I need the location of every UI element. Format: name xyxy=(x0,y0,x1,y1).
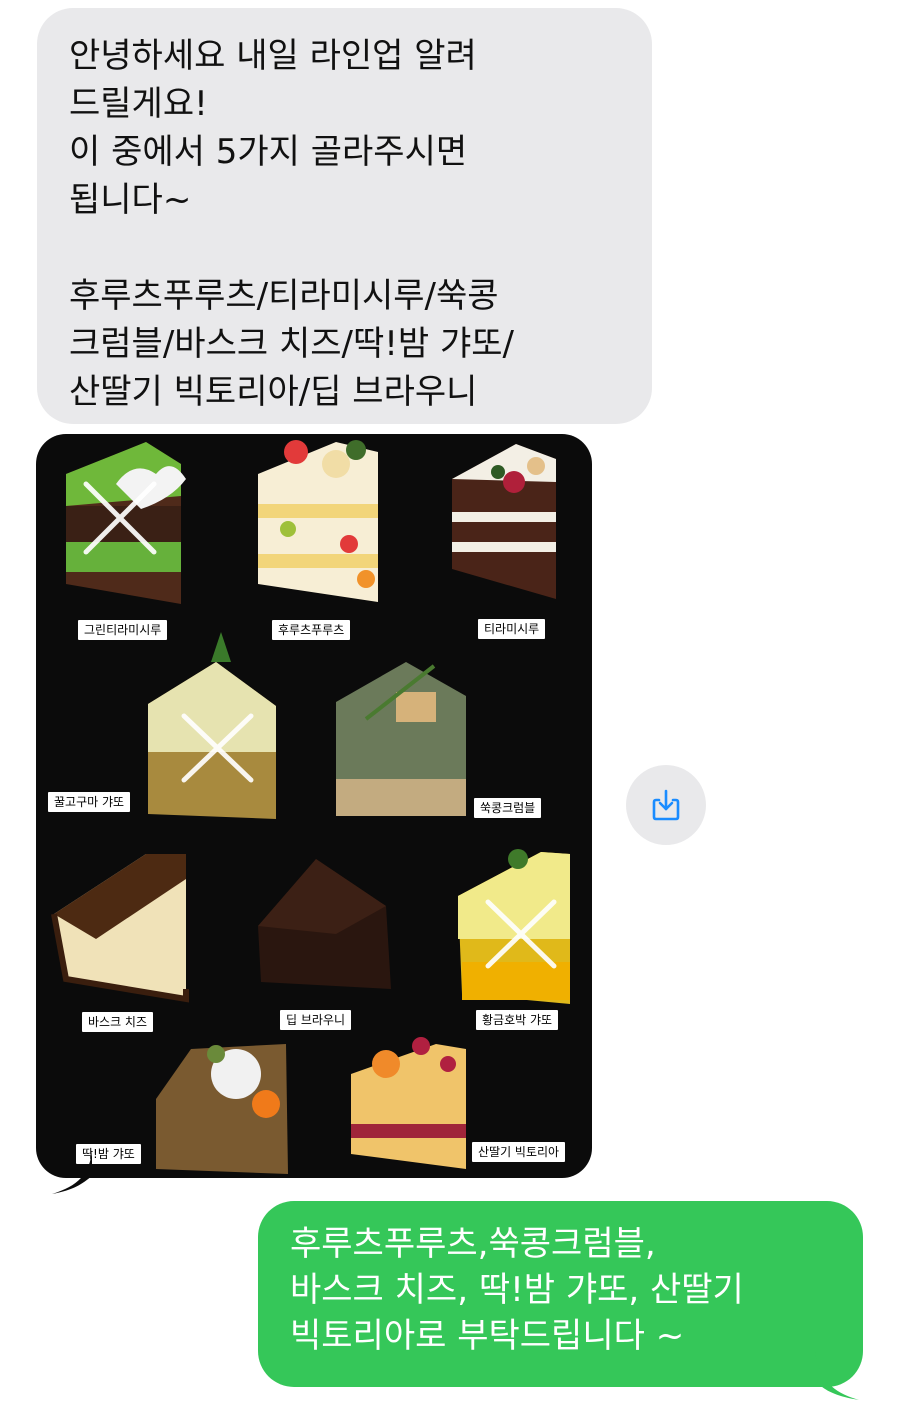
tiramisu-cake xyxy=(452,444,556,599)
chestnut-cake xyxy=(156,1044,288,1174)
deep-brownie-cake xyxy=(258,859,391,989)
outgoing-bubble-tail xyxy=(815,1352,859,1400)
fruit-cake xyxy=(258,440,378,602)
mugwort-crumble-cake xyxy=(336,662,466,816)
incoming-bubble-tail xyxy=(52,1150,92,1194)
message-line: 됩니다~ xyxy=(69,180,192,220)
cake-label: 딥 브라우니 xyxy=(280,1010,352,1030)
outgoing-message-bubble[interactable]: 후루츠푸루츠,쑥콩크럼블, 바스크 치즈, 딱!밤 갸또, 산딸기 빅토리아로 … xyxy=(258,1201,863,1387)
message-line: 산딸기 빅토리아/딥 브라우니 xyxy=(69,372,478,412)
incoming-message-bubble[interactable]: 안녕하세요 내일 라인업 알려 드릴게요! 이 중에서 5가지 골라주시면 됩니… xyxy=(37,8,652,424)
cake-label: 티라미시루 xyxy=(478,619,546,639)
message-line: 바스크 치즈, 딱!밤 갸또, 산딸기 xyxy=(290,1270,744,1310)
cake-label: 그린티라미시루 xyxy=(78,620,168,640)
save-download-icon xyxy=(652,789,680,821)
basque-cheesecake xyxy=(51,854,189,1003)
cake-label: 산딸기 빅토리아 xyxy=(472,1142,566,1162)
message-line: 후루츠푸루츠/티라미시루/쑥콩 xyxy=(69,276,499,316)
message-line: 후루츠푸루츠,쑥콩크럼블, xyxy=(290,1224,656,1264)
cake-label: 후루츠푸루츠 xyxy=(272,620,351,640)
message-line: 드릴게요! xyxy=(69,84,208,124)
message-line: 크럼블/바스크 치즈/딱!밤 갸또/ xyxy=(69,324,514,364)
cake-label: 쑥콩크럼블 xyxy=(474,798,542,818)
cake-menu-image[interactable]: 그린티라미시루 후루츠푸루츠 티라미시루 꿀고구마 갸또 쑥콩크럼블 바스크 치… xyxy=(36,434,592,1178)
message-line: 이 중에서 5가지 골라주시면 xyxy=(69,132,468,172)
message-line: 빅토리아로 부탁드립니다 ~ xyxy=(290,1316,685,1356)
cake-label: 황금호박 갸또 xyxy=(476,1010,559,1030)
cake-label: 바스크 치즈 xyxy=(82,1012,154,1032)
cake-label: 꿀고구마 갸또 xyxy=(48,792,131,812)
sweet-potato-cake xyxy=(148,632,276,819)
raspberry-victoria-cake xyxy=(351,1037,466,1169)
message-line: 안녕하세요 내일 라인업 알려 xyxy=(69,36,477,76)
save-image-button[interactable] xyxy=(626,765,706,845)
